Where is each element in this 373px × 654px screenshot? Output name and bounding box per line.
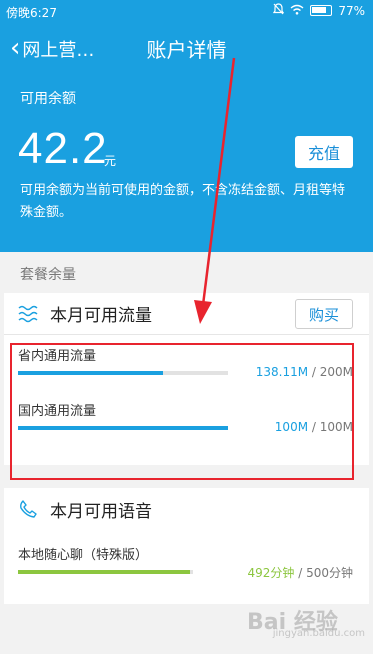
data-wave-icon: [18, 303, 40, 325]
page-title: 账户详情: [146, 38, 227, 62]
data-item-national: 国内通用流量 100M / 100M: [4, 390, 369, 445]
data-item-name: 国内通用流量: [18, 404, 97, 419]
voice-card-header: 本月可用语音: [4, 488, 369, 530]
battery-percent: 77%: [338, 3, 365, 18]
progress-track: [18, 570, 193, 574]
progress-fill: [18, 371, 163, 375]
status-icons: 77%: [273, 3, 365, 18]
balance-panel: 可用余额 42.2 元 充值 可用余额为当前可使用的金额，不含冻结金额、月租等特…: [0, 72, 373, 252]
voice-item-local: 本地随心聊（特殊版） 492分钟 / 500分钟: [4, 540, 369, 595]
watermark-logo: Bai 经验 jingyan.baidu.com: [247, 610, 365, 639]
status-bar: 傍晚6:27 77%: [0, 0, 373, 24]
progress-track: [18, 426, 228, 430]
buy-data-button[interactable]: 购买: [295, 299, 353, 329]
voice-card-title: 本月可用语音: [50, 501, 152, 522]
voice-item-name: 本地随心聊（特殊版）: [18, 548, 149, 563]
voice-item-value: 492分钟 / 500分钟: [247, 566, 353, 580]
data-item-name: 省内通用流量: [18, 349, 97, 364]
mute-icon: [273, 3, 285, 18]
status-time: 傍晚6:27: [6, 6, 57, 20]
progress-fill: [18, 570, 191, 574]
balance-amount: 42.2: [18, 124, 108, 173]
balance-label: 可用余额: [20, 91, 76, 107]
data-item-value: 138.11M / 200M: [255, 365, 353, 379]
balance-note: 可用余额为当前可使用的金额，不含冻结金额、月租等特殊金额。: [20, 183, 346, 220]
recharge-button[interactable]: 充值: [295, 136, 353, 168]
package-section-label: 套餐余量: [20, 267, 76, 283]
data-card-title: 本月可用流量: [50, 306, 152, 326]
app-header: ‹ 网上营… 账户详情: [0, 24, 373, 72]
data-card-header: 本月可用流量 购买: [4, 293, 369, 335]
voice-card: 本月可用语音 本地随心聊（特殊版） 492分钟 / 500分钟: [4, 488, 369, 604]
data-item-value: 100M / 100M: [274, 420, 353, 434]
phone-icon: [18, 498, 40, 520]
data-item-provincial: 省内通用流量 138.11M / 200M: [4, 335, 369, 390]
data-card: 本月可用流量 购买 省内通用流量 138.11M / 200M 国内通用流量 1…: [4, 293, 369, 465]
progress-track: [18, 371, 228, 375]
balance-unit: 元: [104, 154, 117, 168]
progress-fill: [18, 426, 228, 430]
wifi-icon: [290, 4, 304, 18]
battery-icon: [310, 5, 333, 16]
